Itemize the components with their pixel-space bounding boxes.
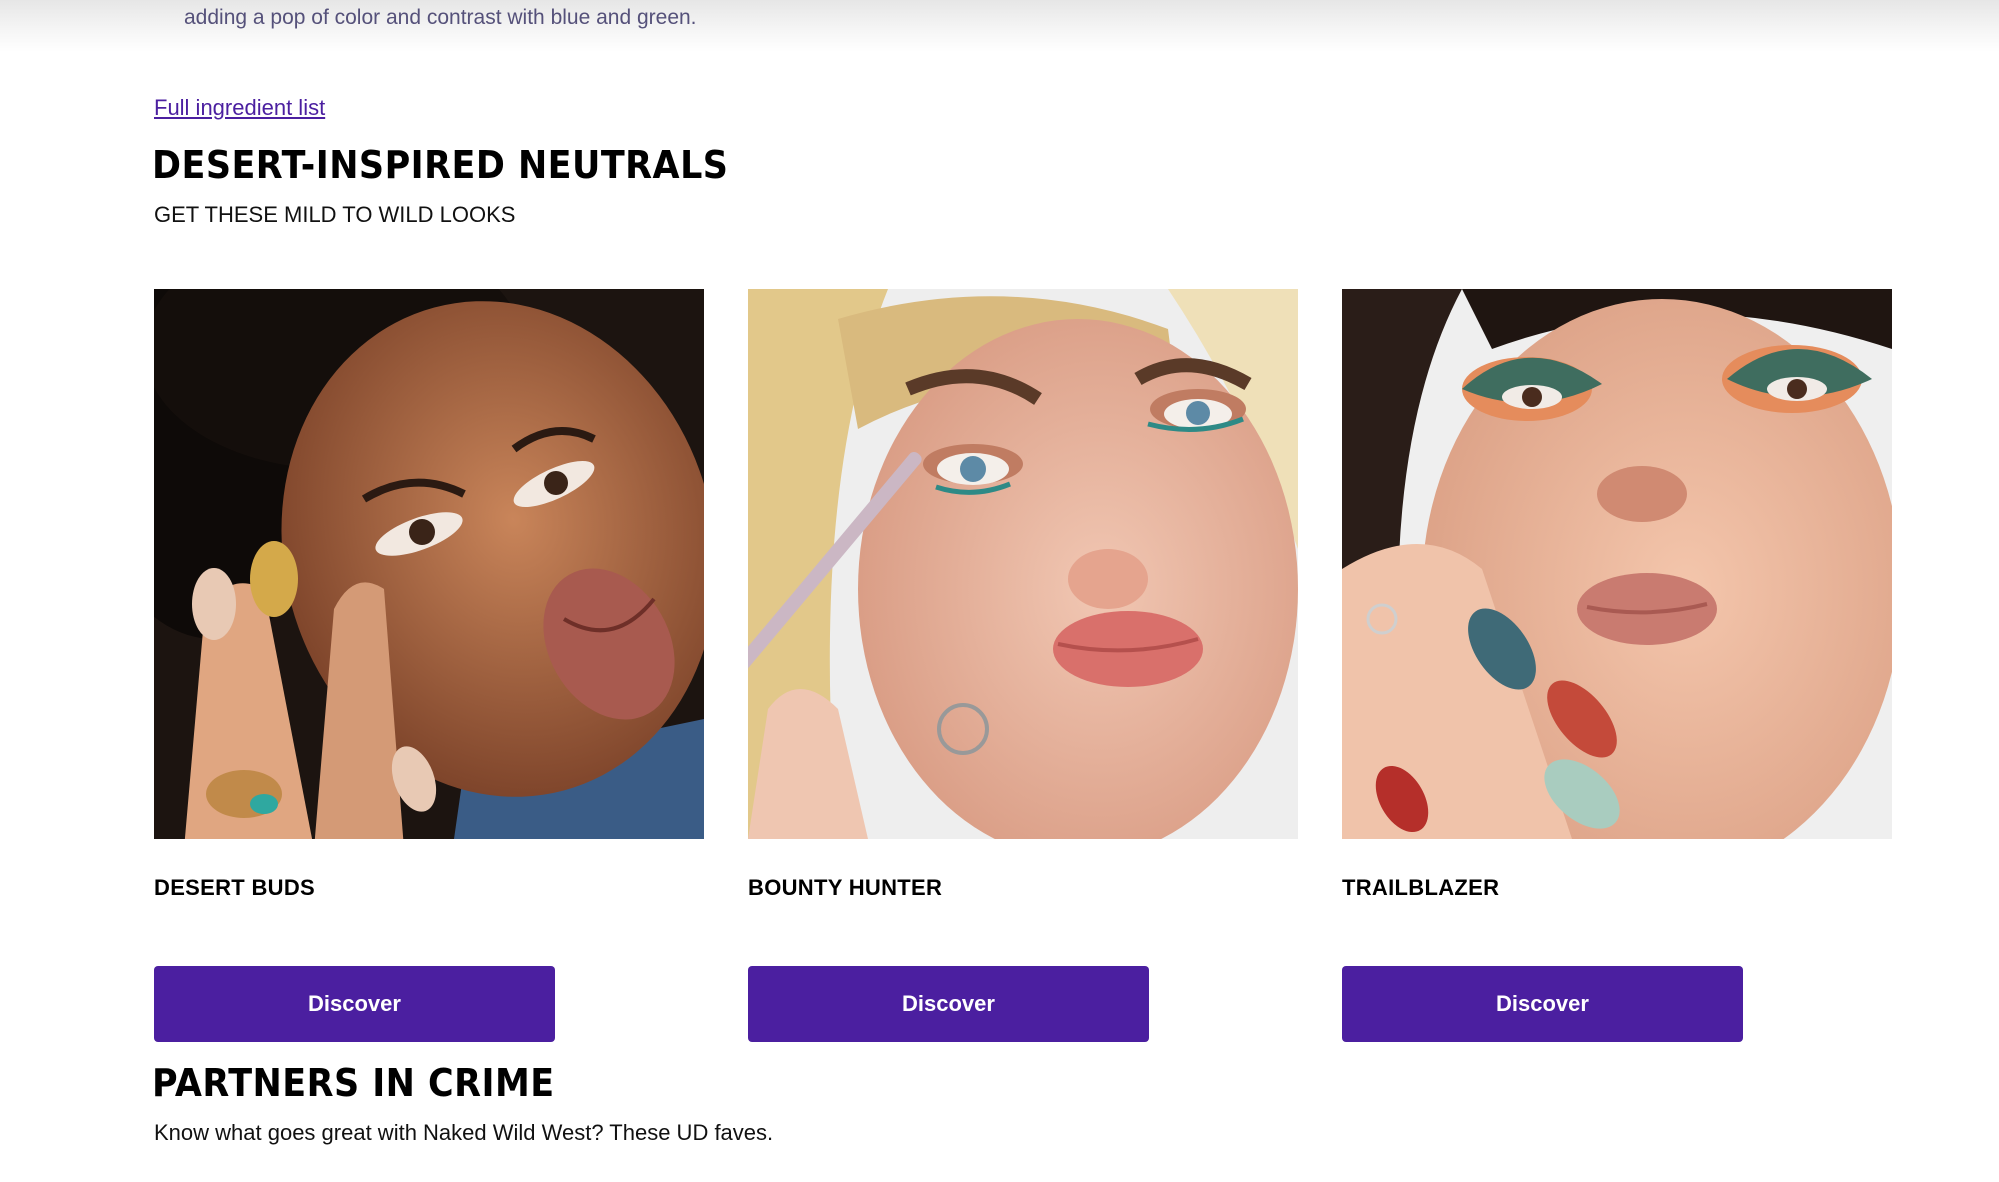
model-portrait-image bbox=[154, 289, 704, 839]
page: adding a pop of color and contrast with … bbox=[0, 0, 1999, 1182]
partners-section-title: PARTNERS IN CRIME bbox=[152, 1061, 555, 1105]
look-card-desert-buds: DESERT BUDS Discover bbox=[154, 289, 704, 1042]
look-image-trailblazer[interactable] bbox=[1342, 289, 1892, 839]
look-name: BOUNTY HUNTER bbox=[748, 875, 943, 900]
look-card-trailblazer: TRAILBLAZER Discover bbox=[1342, 289, 1892, 1042]
discover-button-trailblazer[interactable]: Discover bbox=[1342, 966, 1743, 1042]
looks-section-subtitle: GET THESE MILD TO WILD LOOKS bbox=[154, 202, 516, 227]
looks-section-title: DESERT-INSPIRED NEUTRALS bbox=[152, 143, 729, 187]
look-name: TRAILBLAZER bbox=[1342, 875, 1500, 900]
discover-button-bounty-hunter[interactable]: Discover bbox=[748, 966, 1149, 1042]
intro-text-tail: adding a pop of color and contrast with … bbox=[184, 6, 697, 29]
model-portrait-image bbox=[748, 289, 1298, 839]
look-card-bounty-hunter: BOUNTY HUNTER Discover bbox=[748, 289, 1298, 1042]
model-portrait-image bbox=[1342, 289, 1892, 839]
full-ingredient-list-link[interactable]: Full ingredient list bbox=[154, 95, 325, 121]
look-name: DESERT BUDS bbox=[154, 875, 315, 900]
look-image-bounty-hunter[interactable] bbox=[748, 289, 1298, 839]
look-image-desert-buds[interactable] bbox=[154, 289, 704, 839]
partners-section-subtitle: Know what goes great with Naked Wild Wes… bbox=[154, 1120, 774, 1145]
discover-button-desert-buds[interactable]: Discover bbox=[154, 966, 555, 1042]
